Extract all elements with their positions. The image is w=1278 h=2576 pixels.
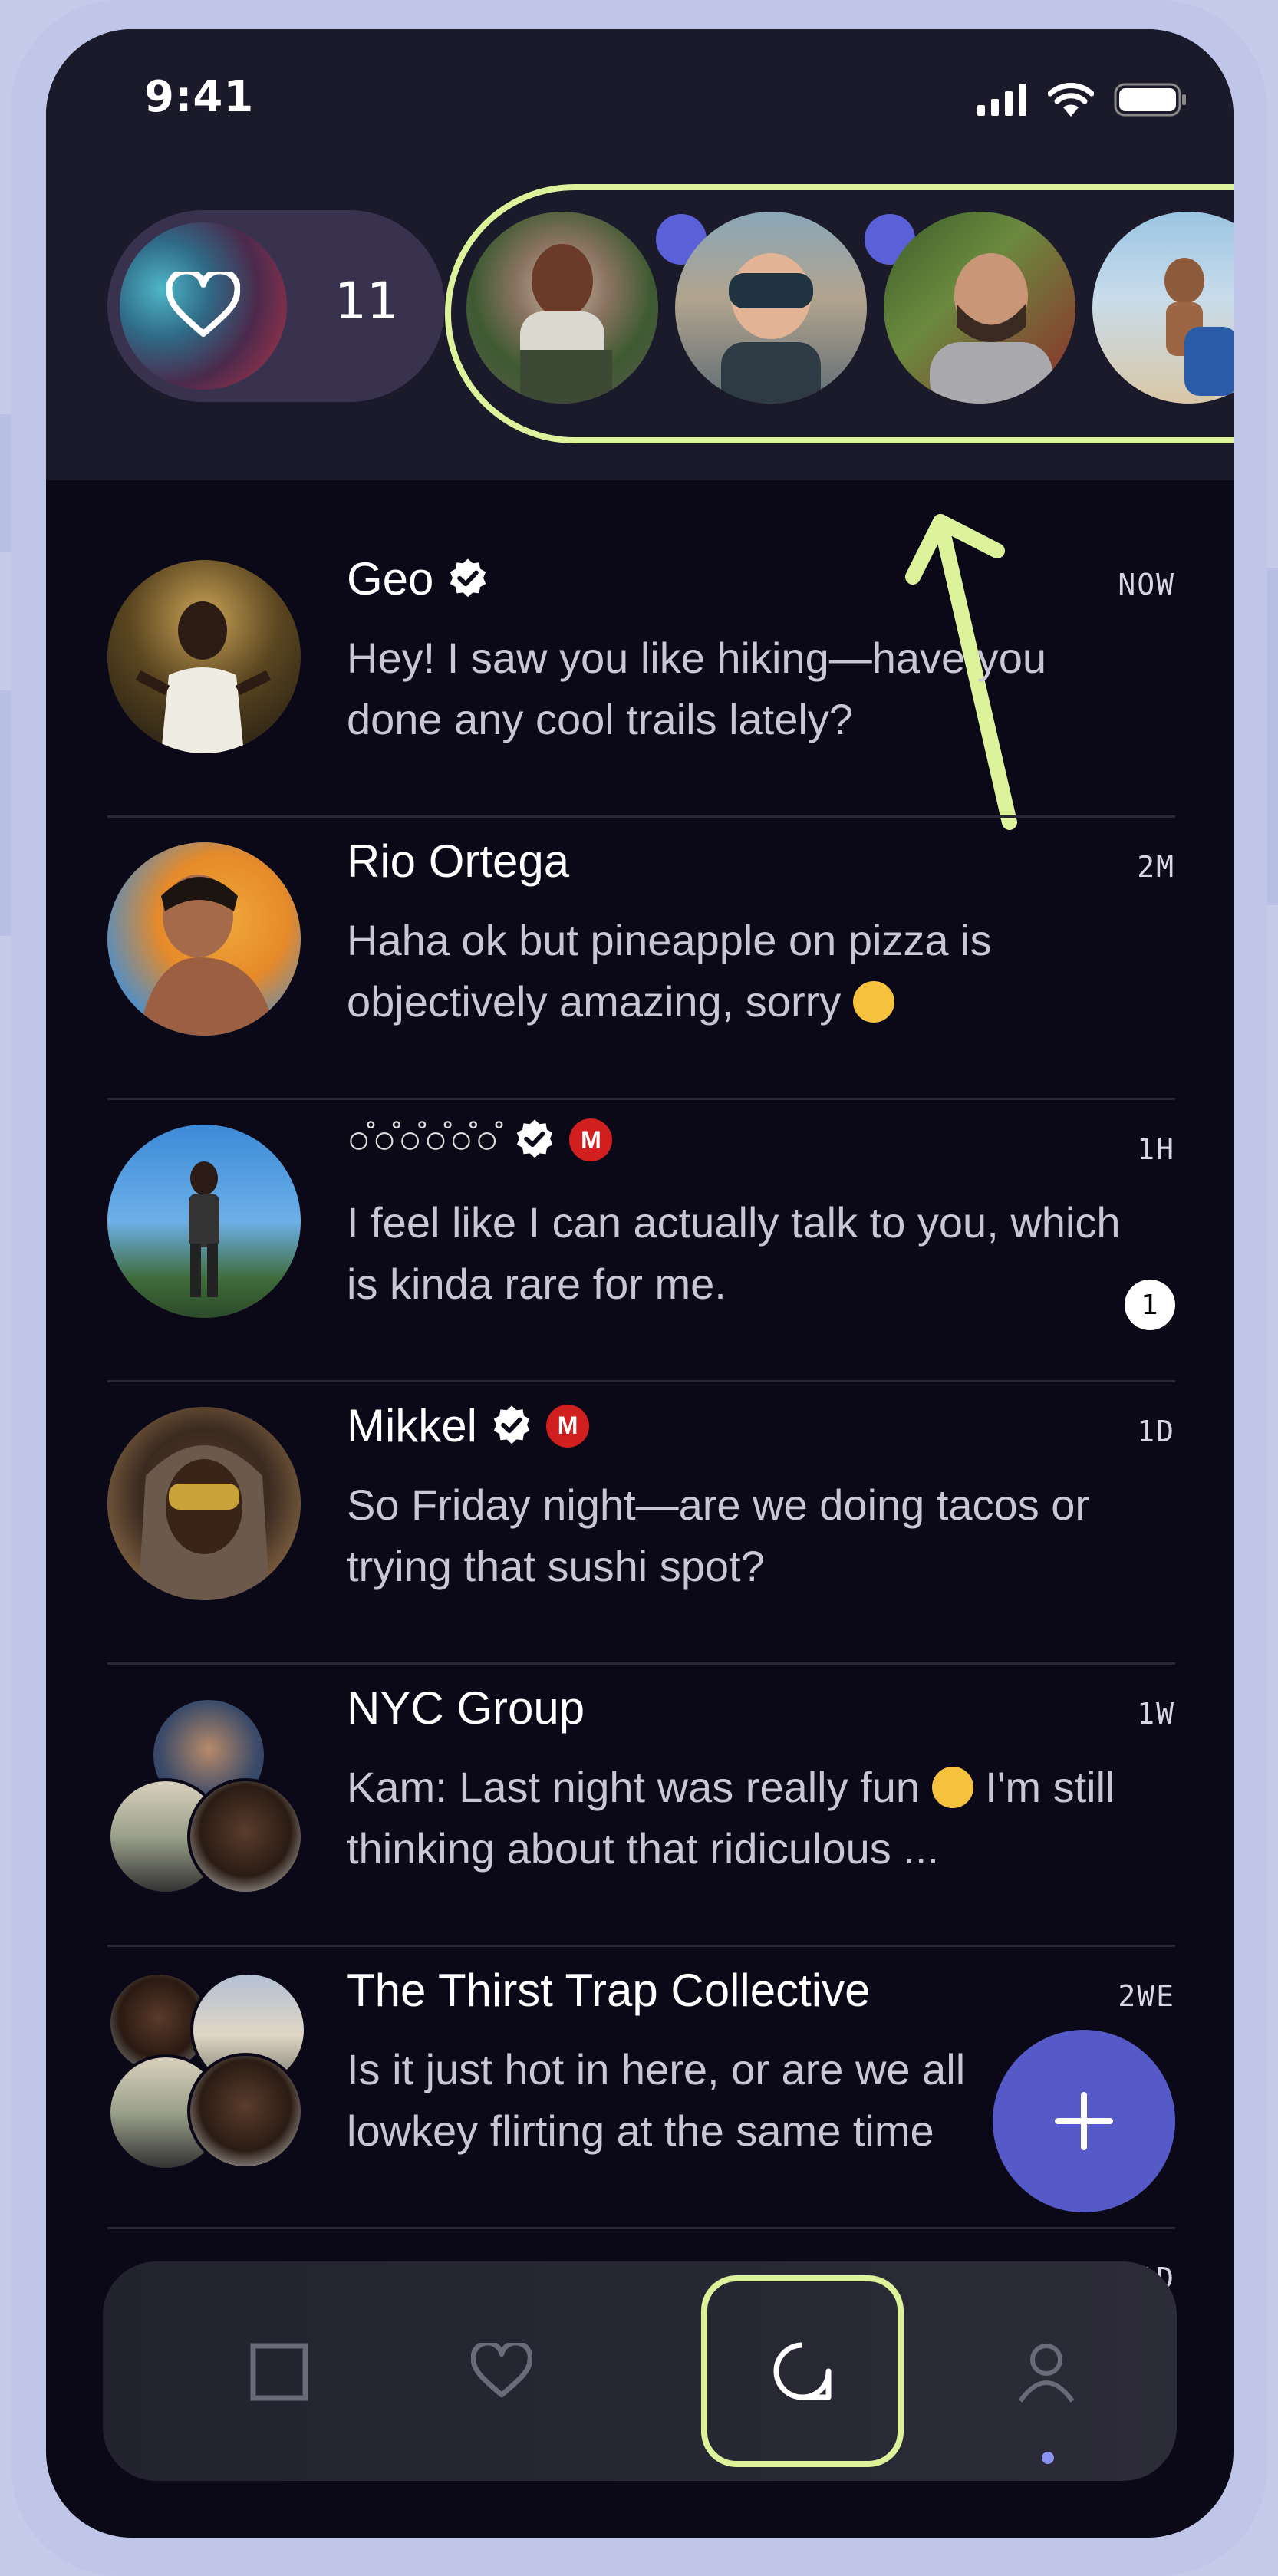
group-avatar [107, 1972, 307, 2171]
chat-bubble-icon [773, 2342, 832, 2400]
battery-icon [1114, 83, 1186, 117]
story-avatar-1[interactable] [466, 212, 658, 404]
side-button-left-2 [0, 690, 11, 936]
conversation-row-rio-ortega[interactable]: Rio Ortega 2M Haha ok but pineapple on p… [107, 819, 1175, 1100]
heart-icon [166, 272, 240, 337]
group-avatar [107, 1697, 304, 1895]
name-row: The Thirst Trap Collective [347, 1964, 870, 2017]
message-preview: I feel like I can actually talk to you, … [347, 1198, 1121, 1308]
unread-count-badge: 1 [1125, 1280, 1175, 1330]
heart-icon [471, 2343, 532, 2398]
name-row: NYC Group [347, 1682, 585, 1734]
divider [107, 1945, 1175, 1947]
conversation-row-bubbles[interactable]: ○̊○̊○̊○̊○̊○̊ M 1H I feel like I can actu… [107, 1102, 1175, 1382]
message-preview: So Friday night—are we doing tacos or tr… [347, 1481, 1090, 1590]
grinning-emoji-icon [852, 981, 894, 1023]
verified-icon [450, 558, 486, 597]
m-badge-icon: M [569, 1118, 613, 1161]
message-preview: Is it just hot in here, or are we all lo… [347, 2045, 966, 2155]
story-avatar-3[interactable] [884, 212, 1075, 404]
verified-icon [517, 1119, 553, 1158]
message-time: 2WE [1118, 1979, 1175, 2013]
message-text: Kam: Last night was really fun [347, 1763, 921, 1811]
message-time: NOW [1118, 568, 1175, 601]
status-icons [977, 83, 1187, 117]
divider [107, 815, 1175, 818]
side-button-left-1 [0, 414, 11, 552]
avatar [107, 1407, 301, 1600]
square-icon [250, 2343, 308, 2401]
divider [107, 2227, 1175, 2229]
likes-button[interactable]: 11 [107, 210, 445, 402]
message-preview: Haha ok but pineapple on pizza is object… [347, 910, 1129, 1033]
name-row: ○̊○̊○̊○̊○̊○̊ M [347, 1117, 613, 1163]
profile-notification-dot [1042, 2452, 1054, 2464]
likes-avatar [120, 222, 287, 390]
conversation-row-nyc-group[interactable]: NYC Group 1W Kam: Last night was really … [107, 1666, 1175, 1947]
tab-messages[interactable] [701, 2275, 904, 2467]
divider [107, 1380, 1175, 1382]
person-icon [1018, 2344, 1075, 2403]
tab-likes[interactable] [410, 2288, 594, 2456]
story-avatar-2[interactable] [675, 212, 867, 404]
wifi-icon [1048, 83, 1094, 117]
side-button-right [1267, 568, 1278, 905]
verified-icon [493, 1405, 530, 1444]
conversation-row-mikkel[interactable]: Mikkel M 1D So Friday night—are we doing… [107, 1384, 1175, 1665]
new-message-button[interactable] [993, 2030, 1175, 2212]
message-time: 2M [1137, 850, 1175, 884]
message-text: Haha ok but pineapple on pizza is object… [347, 916, 992, 1026]
name-row: Mikkel M [347, 1399, 590, 1452]
phone-screen: 9:41 11 Geo NOW Hey! I saw you like hiki… [46, 29, 1234, 2538]
message-preview: Hey! I saw you like hiking—have you done… [347, 634, 1046, 743]
avatar [107, 560, 301, 753]
plus-icon [1055, 2092, 1113, 2150]
name-row: Geo [347, 552, 490, 605]
avatar [187, 2053, 304, 2169]
avatar [107, 1125, 301, 1318]
avatar [107, 842, 301, 1036]
signal-icon [977, 84, 1026, 116]
divider [107, 1662, 1175, 1665]
contact-name: Geo [347, 553, 434, 604]
likes-count: 11 [334, 272, 399, 331]
contact-name: Mikkel [347, 1400, 478, 1451]
contact-name: Rio Ortega [347, 835, 570, 887]
tab-bar [103, 2261, 1177, 2481]
name-row: Rio Ortega [347, 835, 569, 888]
avatar [187, 1778, 304, 1895]
message-time: 1D [1137, 1415, 1175, 1448]
message-preview: Kam: Last night was really fun I'm still… [347, 1757, 1129, 1879]
tab-profile[interactable] [954, 2288, 1138, 2456]
contact-name: The Thirst Trap Collective [347, 1965, 871, 2016]
m-badge-icon: M [546, 1404, 590, 1448]
contact-name: NYC Group [347, 1682, 585, 1734]
contact-name: ○̊○̊○̊○̊○̊○̊ [347, 1118, 501, 1162]
smiling-emoji-icon [931, 1767, 973, 1808]
message-time: 1W [1137, 1697, 1175, 1731]
tab-discover[interactable] [187, 2288, 371, 2456]
message-time: 1H [1137, 1132, 1175, 1166]
conversation-row-geo[interactable]: Geo NOW Hey! I saw you like hiking—have … [107, 537, 1175, 818]
status-time: 9:41 [144, 72, 255, 122]
divider [107, 1098, 1175, 1100]
